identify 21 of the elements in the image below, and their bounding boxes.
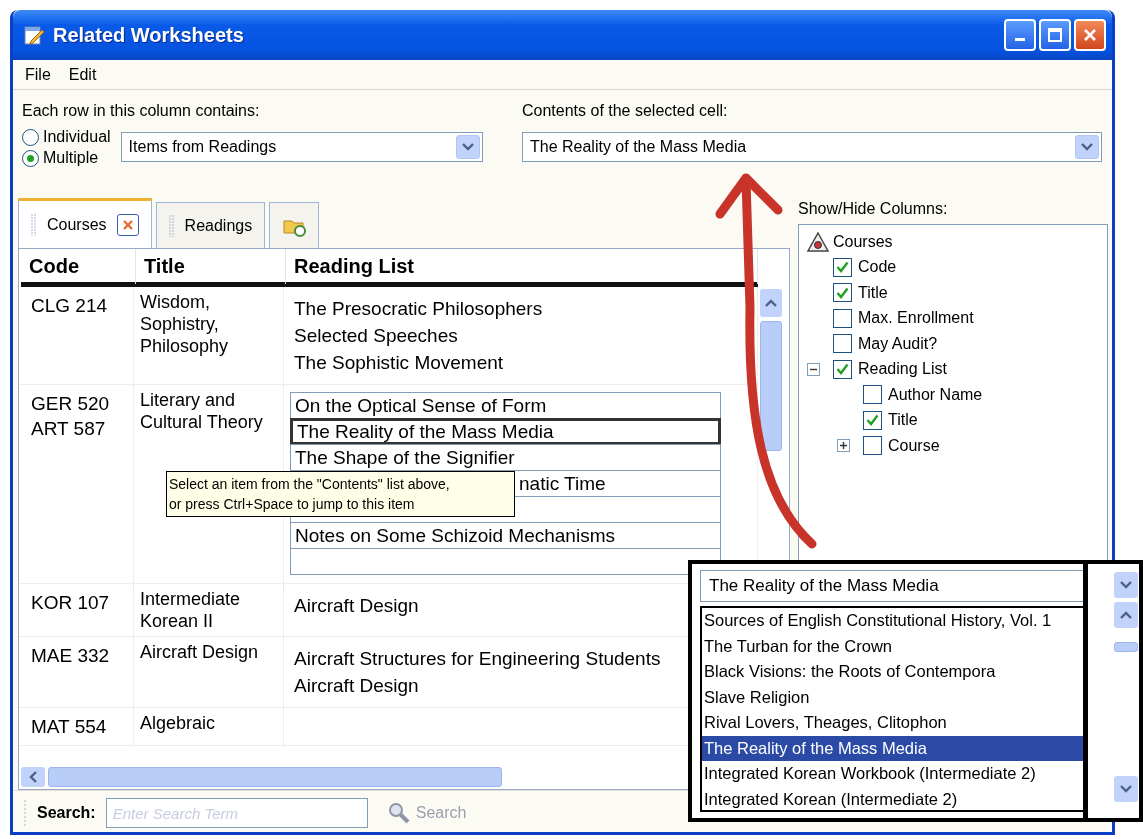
field-label: Contents of the selected cell: [522,102,729,121]
table-cell: Algebraic [134,708,284,745]
table-cell: Wisdom, Sophistry, Philosophy [134,287,284,384]
reading-item: Aircraft Structures for Engineering Students [294,647,661,671]
reading-item: The Presocratic Philosophers [294,297,543,321]
field-label: Each row in this column contains: [22,102,261,121]
table-cell: KOR 107 [19,584,134,636]
table-cell: CLG 214 [19,287,134,384]
tooltip: Select an item from the "Contents" list above, or press Ctrl+Space to jump to this item [166,471,515,517]
table-cell: MAE 332 [19,637,134,707]
reading-item: The Sophistic Movement [294,351,504,375]
table-cell: Aircraft Design [134,637,284,707]
table-cell: MAT 554 [19,708,134,745]
reading-item: Aircraft Design [294,674,419,698]
window-title: Related Worksheets [53,23,245,47]
panel-label: Show/Hide Columns: [798,199,949,219]
table-cell: GER 520 ART 587 [19,385,134,583]
reading-item: Aircraft Design [294,594,419,618]
reading-item: Selected Speeches [294,324,458,348]
table-cell: Intermediate Korean II [134,584,284,636]
search-label: Search: [37,804,96,822]
